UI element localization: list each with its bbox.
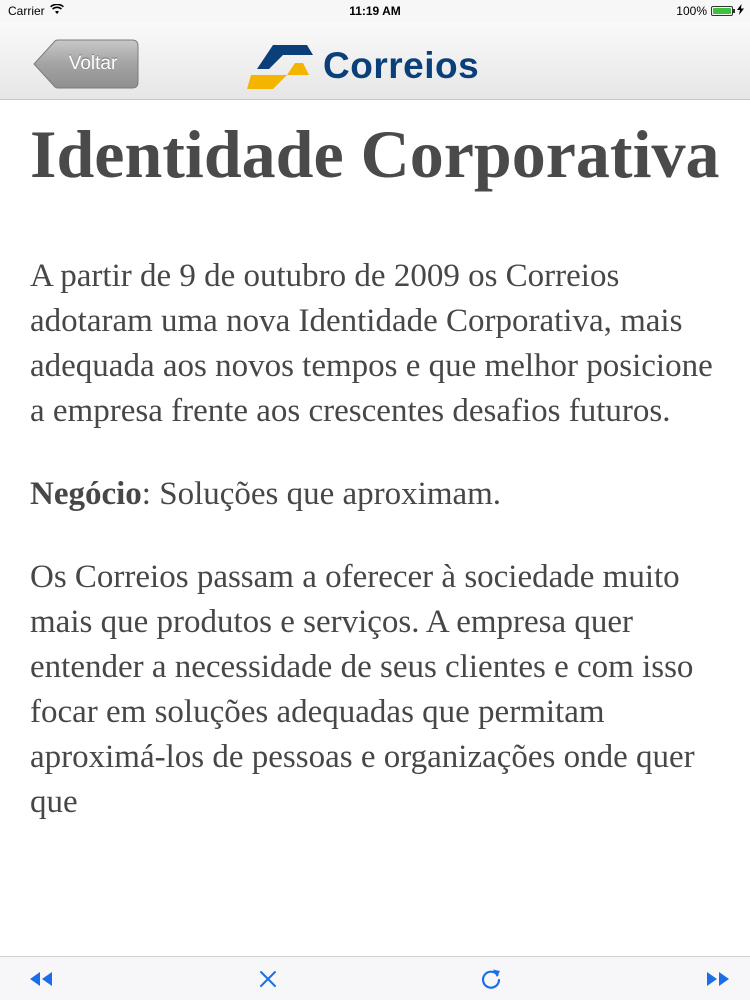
- status-time: 11:19 AM: [349, 4, 401, 18]
- battery-nub: [733, 9, 735, 13]
- intro-paragraph: A partir de 9 de outubro de 2009 os Corr…: [30, 258, 713, 429]
- status-bar: Carrier 11:19 AM 100%: [0, 0, 750, 22]
- battery-fill: [713, 8, 731, 14]
- correios-logo: Correios: [247, 39, 507, 95]
- description-paragraph: Os Correios passam a oferecer à sociedad…: [30, 559, 695, 820]
- negocio-paragraph: Negócio: Soluções que aproximam.: [30, 472, 730, 517]
- fast-forward-button[interactable]: [704, 965, 732, 993]
- page-title: Identidade Corporativa: [30, 116, 720, 192]
- article-content: Identidade Corporativa A partir de 9 de …: [30, 100, 730, 956]
- stop-button[interactable]: [254, 965, 282, 993]
- fast-forward-icon: [707, 972, 729, 986]
- back-button-label: Voltar: [68, 53, 118, 74]
- refresh-icon: [481, 969, 501, 989]
- negocio-text: : Soluções que aproximam.: [141, 476, 502, 512]
- rewind-icon: [30, 972, 52, 986]
- rewind-button[interactable]: [27, 965, 55, 993]
- bottom-toolbar: [0, 956, 750, 1000]
- close-icon: [260, 971, 276, 987]
- back-button[interactable]: Voltar: [33, 39, 139, 89]
- refresh-button[interactable]: [477, 965, 505, 993]
- status-right: 100%: [676, 4, 744, 18]
- correios-logo-mark: [247, 45, 313, 89]
- charging-icon: [737, 4, 744, 18]
- negocio-label: Negócio: [30, 476, 142, 512]
- battery-icon: [711, 6, 735, 16]
- screen: Carrier 11:19 AM 100% Voltar Correios Id…: [0, 0, 750, 1000]
- battery-percent: 100%: [676, 4, 707, 18]
- logo-text: Correios: [323, 45, 480, 86]
- navigation-bar: Voltar Correios: [0, 22, 750, 100]
